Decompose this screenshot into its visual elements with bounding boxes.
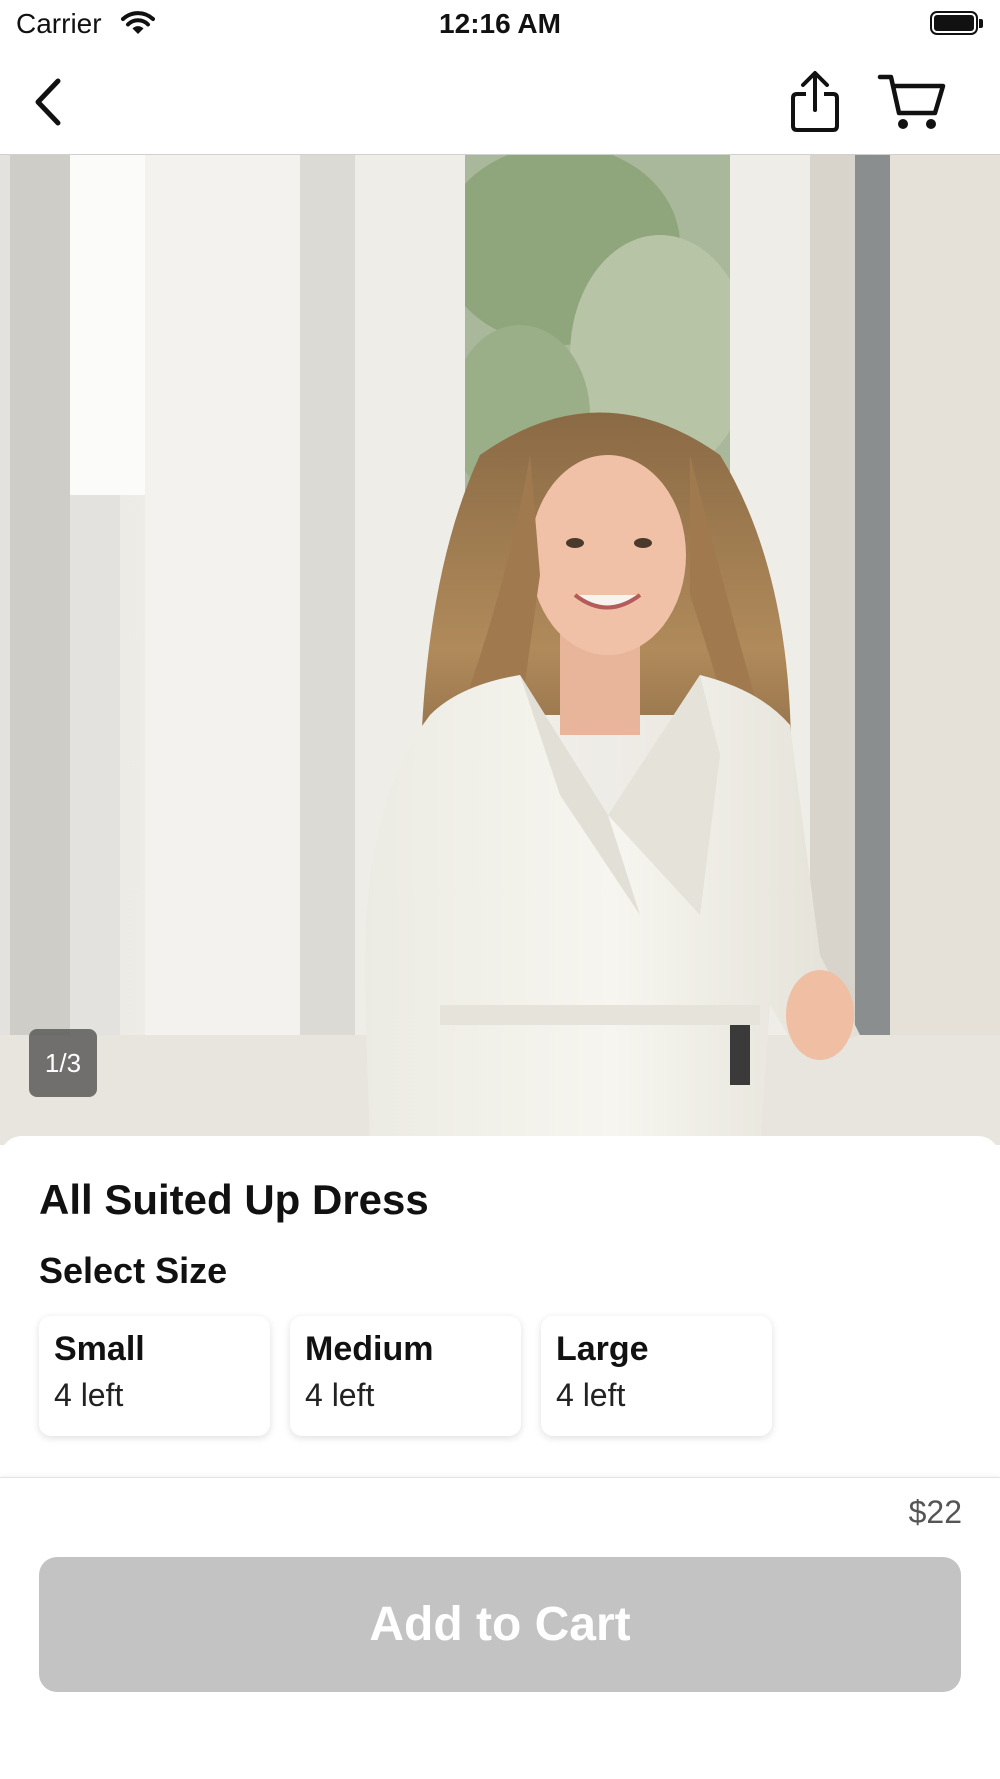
size-stock: 4 left: [305, 1377, 375, 1413]
size-option-large[interactable]: Large 4 left: [541, 1316, 772, 1436]
checkout-footer: $22 Add to Cart: [0, 1477, 1000, 1779]
size-stock: 4 left: [556, 1377, 626, 1413]
chevron-left-icon: [35, 78, 61, 126]
product-image-carousel[interactable]: [0, 155, 1000, 1145]
size-stock: 4 left: [54, 1377, 124, 1413]
cart-icon: [877, 74, 946, 129]
size-name: Small: [54, 1330, 145, 1368]
product-title: All Suited Up Dress: [39, 1176, 429, 1223]
product-price: $22: [908, 1494, 962, 1530]
product-photo: [0, 155, 1000, 1145]
share-icon: [791, 71, 839, 132]
select-size-heading: Select Size: [39, 1250, 228, 1291]
share-button[interactable]: [780, 52, 850, 152]
product-details-sheet: All Suited Up Dress Select Size Small 4 …: [0, 1136, 1000, 1480]
cart-button[interactable]: [872, 52, 952, 152]
battery-full-icon: [930, 11, 984, 37]
size-option-medium[interactable]: Medium 4 left: [290, 1316, 521, 1436]
add-to-cart-button[interactable]: Add to Cart: [39, 1557, 961, 1692]
image-page-indicator: 1/3: [29, 1029, 97, 1097]
size-name: Medium: [305, 1330, 434, 1368]
size-option-small[interactable]: Small 4 left: [39, 1316, 270, 1436]
back-button[interactable]: [18, 52, 78, 152]
status-time: 12:16 AM: [439, 8, 561, 39]
size-name: Large: [556, 1330, 649, 1368]
nav-bar: [0, 52, 1000, 155]
status-bar: Carrier 12:16 AM: [0, 0, 1000, 52]
